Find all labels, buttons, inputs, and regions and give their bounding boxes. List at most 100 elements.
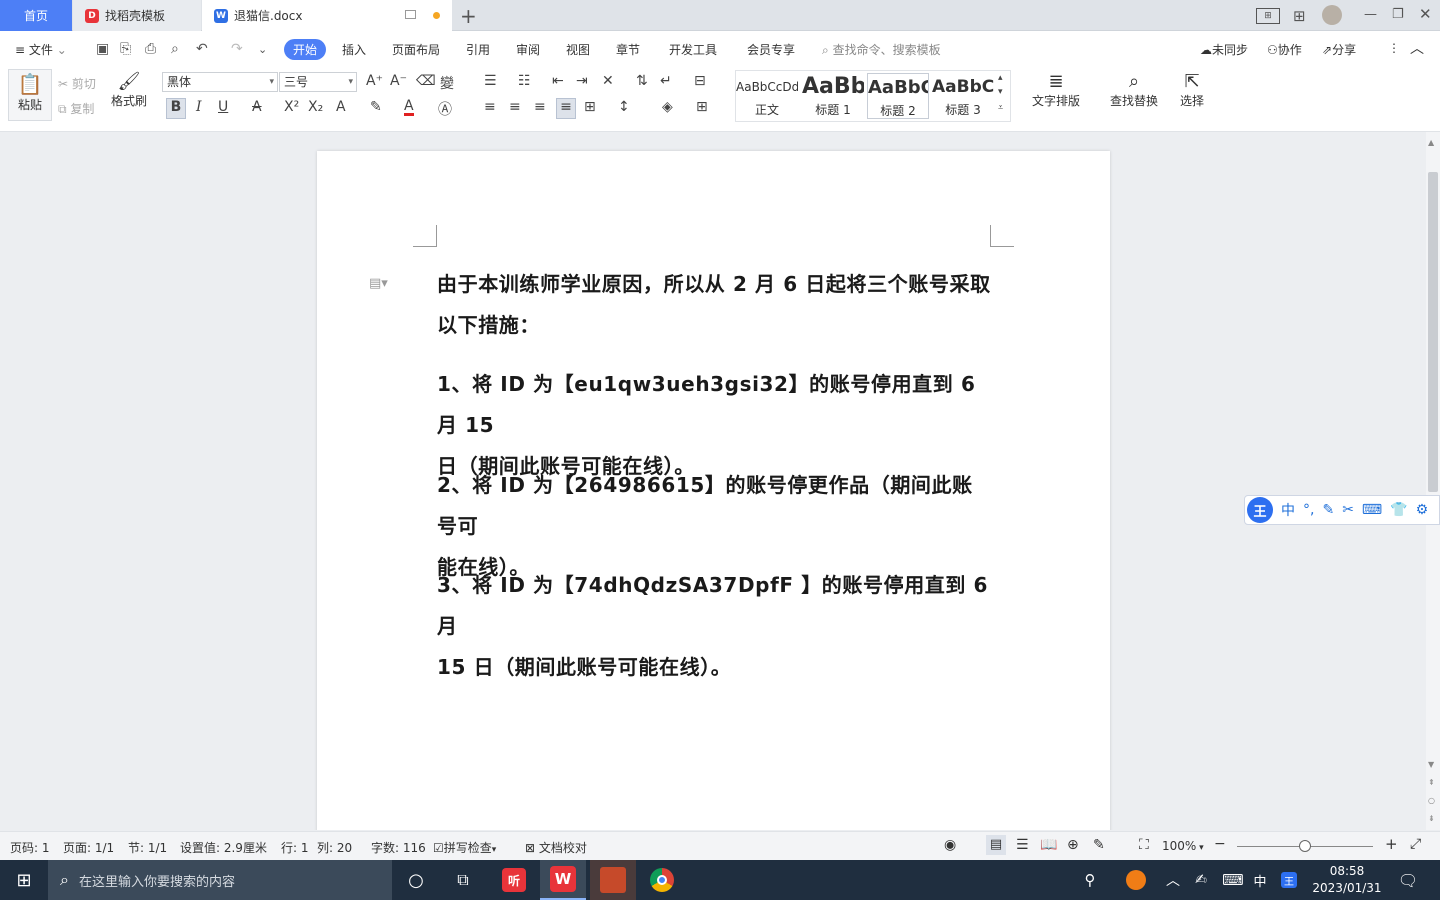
tab-view[interactable]: 视图: [566, 41, 590, 58]
reading-view-icon[interactable]: 📖: [1040, 837, 1057, 853]
highlight-icon[interactable]: ✎: [370, 99, 382, 115]
font-size-select[interactable]: 三号 ▾: [279, 72, 357, 92]
write-view-icon[interactable]: ✎: [1093, 837, 1105, 853]
collapse-ribbon-icon[interactable]: ︿: [1410, 38, 1424, 58]
keyboard-icon[interactable]: ⌨: [1220, 860, 1246, 900]
layout-toggle-icon[interactable]: ⊞: [1256, 8, 1280, 24]
prev-page-icon[interactable]: ⇞: [1428, 778, 1435, 787]
proofread-button[interactable]: ⊠ 文档校对: [525, 839, 587, 856]
sogou-tray-icon[interactable]: 王: [1278, 860, 1300, 900]
share-button[interactable]: ⇗分享: [1322, 41, 1356, 58]
print-icon[interactable]: ⎙: [145, 41, 156, 57]
web-view-icon[interactable]: ⊕: [1067, 837, 1079, 853]
strikethrough-button[interactable]: A: [252, 99, 262, 115]
save-icon[interactable]: ▣: [96, 41, 109, 57]
increase-indent-icon[interactable]: ⇥: [576, 73, 588, 89]
document-page[interactable]: ▤▾ 由于本训练师学业原因，所以从 2 月 6 日起将三个账号采取 以下措施： …: [317, 151, 1110, 830]
copy-button[interactable]: ⧉ 复制: [58, 100, 94, 117]
document-paragraph-4[interactable]: 3、将 ID 为【74dhQdzSA37DpfF 】的账号停用直到 6 月 15…: [437, 565, 992, 688]
status-col[interactable]: 列: 20: [317, 839, 352, 856]
browse-object-icon[interactable]: ○: [1428, 796, 1435, 805]
style-heading2[interactable]: AaBbC 标题 2: [867, 73, 929, 119]
superscript-button[interactable]: X²: [284, 99, 299, 115]
status-pages[interactable]: 页面: 1/1: [63, 839, 114, 856]
zoom-out-icon[interactable]: −: [1214, 836, 1226, 852]
more-options-icon[interactable]: ⋮: [1388, 41, 1400, 55]
eye-protection-icon[interactable]: ◉: [944, 837, 956, 853]
tab-member[interactable]: 会员专享: [747, 41, 795, 58]
fit-page-icon[interactable]: ⛶: [1139, 837, 1149, 853]
spell-check-button[interactable]: ☑拼写检查▾: [433, 839, 496, 856]
quick-access-more-icon[interactable]: ⌄: [258, 43, 267, 56]
ime-scissors-icon[interactable]: ✂: [1342, 502, 1354, 518]
zoom-in-icon[interactable]: +: [1385, 835, 1398, 853]
ime-mode-toggle[interactable]: 中: [1281, 500, 1295, 520]
subscript-button[interactable]: X₂: [308, 99, 323, 115]
bullet-list-icon[interactable]: ☰: [484, 73, 497, 89]
char-border-icon[interactable]: Ⓐ: [438, 99, 452, 119]
ime-language-indicator[interactable]: 中: [1250, 860, 1270, 900]
cut-button[interactable]: ✂ 剪切: [58, 75, 96, 92]
tab-document[interactable]: W 退猫信.docx: [202, 0, 452, 31]
sync-button[interactable]: ☁未同步: [1200, 41, 1248, 58]
show-marks-icon[interactable]: ↵: [660, 73, 672, 89]
taskbar-app-icon-1[interactable]: 听: [492, 860, 536, 900]
taskbar-game-icon[interactable]: [590, 860, 636, 900]
clear-format-icon[interactable]: ⌫: [416, 73, 436, 89]
paragraph-handle-icon[interactable]: ▤▾: [369, 276, 388, 291]
align-center-icon[interactable]: ≡: [509, 99, 521, 115]
style-expand-icon[interactable]: ⩡: [998, 103, 1003, 113]
user-avatar[interactable]: [1322, 5, 1342, 25]
status-row[interactable]: 行: 1: [281, 839, 309, 856]
underline-button[interactable]: U: [218, 99, 228, 115]
new-tab-button[interactable]: +: [460, 4, 477, 28]
ime-punctuation-icon[interactable]: °,: [1303, 502, 1314, 518]
task-view-icon[interactable]: ⧉: [443, 860, 483, 900]
select-button[interactable]: ⇱ 选择: [1172, 71, 1212, 109]
notification-icon[interactable]: 🗨: [1394, 860, 1422, 900]
document-paragraph-1[interactable]: 由于本训练师学业原因，所以从 2 月 6 日起将三个账号采取 以下措施：: [437, 264, 992, 346]
style-heading3[interactable]: AaBbC 标题 3: [932, 73, 994, 119]
taskbar-clock[interactable]: 08:58 2023/01/31: [1306, 863, 1388, 897]
status-section[interactable]: 节: 1/1: [128, 839, 167, 856]
taskbar-chrome-icon[interactable]: [640, 860, 684, 900]
scroll-down-icon[interactable]: ▼: [1428, 760, 1434, 769]
tab-chapter[interactable]: 章节: [616, 41, 640, 58]
paste-button[interactable]: 📋 粘贴: [8, 69, 52, 121]
document-canvas[interactable]: ▤▾ 由于本训练师学业原因，所以从 2 月 6 日起将三个账号采取 以下措施： …: [0, 132, 1426, 830]
pen-icon[interactable]: ✍: [1190, 860, 1212, 900]
ime-settings-icon[interactable]: ⚙: [1416, 502, 1429, 518]
numbered-list-icon[interactable]: ☷: [518, 73, 531, 89]
print-preview-icon[interactable]: ⌕: [171, 41, 179, 57]
ime-handwrite-icon[interactable]: ✎: [1322, 502, 1334, 518]
align-left-icon[interactable]: ≡: [484, 99, 496, 115]
style-scroll-up-icon[interactable]: ▴: [998, 73, 1003, 83]
status-page[interactable]: 页码: 1: [10, 839, 50, 856]
zoom-slider-thumb[interactable]: [1299, 840, 1311, 852]
tab-review[interactable]: 审阅: [516, 41, 540, 58]
ime-keyboard-icon[interactable]: ⌨: [1362, 502, 1382, 518]
italic-button[interactable]: I: [196, 99, 202, 115]
sort-icon[interactable]: ⇅: [636, 73, 648, 89]
text-effect-button[interactable]: A: [336, 99, 346, 115]
ime-skin-icon[interactable]: 👕: [1390, 502, 1407, 518]
justify-icon[interactable]: ≡: [556, 98, 576, 119]
format-painter-button[interactable]: 🖌 格式刷: [110, 71, 148, 109]
scrollbar-thumb[interactable]: [1428, 172, 1438, 492]
restore-icon[interactable]: ❐: [1392, 7, 1404, 22]
text-layout-button[interactable]: ≣ 文字排版: [1026, 71, 1086, 109]
taskbar-search-box[interactable]: ⌕ 在这里输入你要搜索的内容: [48, 860, 392, 900]
style-scroll-down-icon[interactable]: ▾: [998, 87, 1003, 97]
tab-developer[interactable]: 开发工具: [669, 41, 717, 58]
undo-icon[interactable]: ↶: [196, 41, 208, 57]
tab-insert[interactable]: 插入: [342, 41, 366, 58]
style-heading1[interactable]: AaBb 标题 1: [802, 73, 864, 119]
grow-font-icon[interactable]: A⁺: [366, 73, 383, 89]
close-icon[interactable]: ✕: [1419, 5, 1432, 23]
distribute-icon[interactable]: ⊞: [584, 99, 596, 115]
minimize-icon[interactable]: —: [1364, 7, 1377, 22]
page-view-icon[interactable]: ▤: [986, 835, 1006, 855]
tray-expand-icon[interactable]: ︿: [1162, 860, 1184, 900]
font-name-select[interactable]: 黑体 ▾: [162, 72, 278, 92]
ime-logo-icon[interactable]: 王: [1247, 497, 1273, 523]
